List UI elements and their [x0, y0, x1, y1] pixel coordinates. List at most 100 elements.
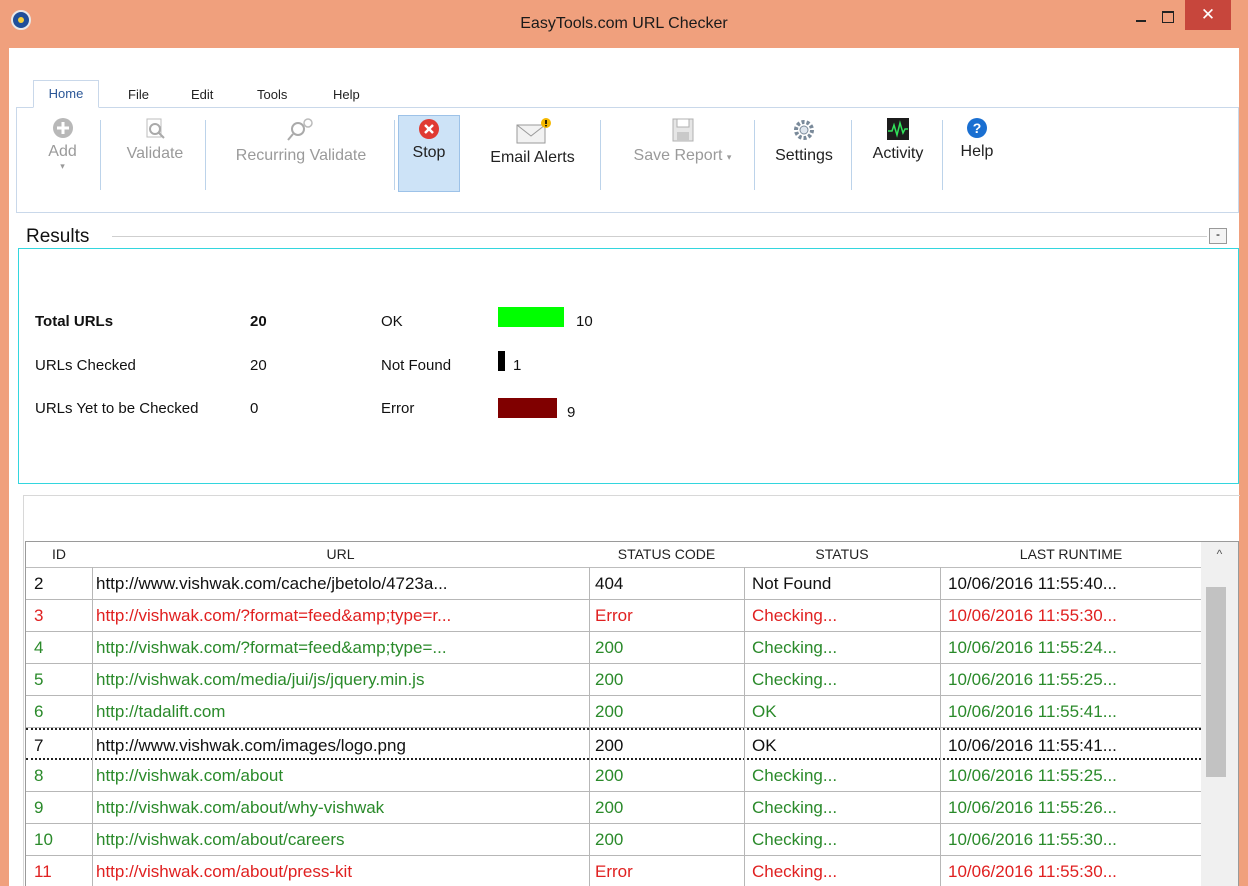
window-frame-right — [1239, 48, 1248, 886]
column-divider — [92, 567, 93, 886]
tab-home[interactable]: Home — [33, 80, 99, 108]
window-frame-left — [0, 48, 9, 886]
magnifier-icon — [146, 118, 165, 139]
recurring-magnifier-icon — [287, 118, 313, 141]
tab-tools[interactable]: Tools — [257, 87, 287, 102]
cell-id: 5 — [34, 670, 44, 689]
email-alerts-button[interactable]: Email Alerts — [470, 115, 595, 187]
cell-code: 200 — [595, 638, 624, 657]
table-row[interactable]: 7 http://www.vishwak.com/images/logo.png 2… — [26, 728, 1201, 760]
tab-file[interactable]: File — [128, 87, 149, 102]
help-button[interactable]: ? Help — [948, 115, 1006, 187]
settings-label: Settings — [775, 147, 833, 164]
help-label: Help — [960, 143, 994, 160]
cell-runtime: 10/06/2016 11:55:25... — [948, 670, 1117, 689]
toolbar-separator — [942, 120, 943, 190]
scroll-up-arrow-icon[interactable]: ^ — [1201, 542, 1238, 567]
table-row[interactable]: 10 http://vishwak.com/about/careers 200 Che… — [26, 824, 1201, 856]
chevron-down-icon: ▾ — [726, 152, 732, 162]
error-label: Error — [381, 400, 415, 417]
toolbar-separator — [100, 120, 101, 190]
cell-status: Not Found — [752, 574, 832, 593]
table-row[interactable]: 3 http://vishwak.com/?format=feed&amp;typ… — [26, 600, 1201, 632]
cell-id: 4 — [34, 638, 44, 657]
scrollbar-thumb[interactable] — [1206, 587, 1226, 777]
cell-url: http://vishwak.com/about/careers — [96, 830, 345, 849]
cell-url: http://tadalift.com — [96, 702, 226, 721]
cell-code: Error — [595, 862, 633, 881]
add-icon — [52, 118, 73, 138]
save-icon — [672, 118, 693, 142]
column-divider — [589, 567, 590, 886]
recurring-validate-label: Recurring Validate — [235, 147, 367, 164]
cell-code: 200 — [595, 736, 624, 755]
cell-status: Checking... — [752, 606, 838, 625]
results-grid[interactable]: ID URL STATUS CODE STATUS LAST RUNTIME 2… — [25, 541, 1239, 886]
table-row[interactable]: 4 http://vishwak.com/?format=feed&amp;typ… — [26, 632, 1201, 664]
cell-code: 200 — [595, 830, 624, 849]
add-button[interactable]: Add ▾ — [40, 115, 85, 187]
stop-icon — [419, 119, 439, 139]
column-header-status-code[interactable]: STATUS CODE — [589, 546, 744, 562]
table-row[interactable]: 2 http://www.vishwak.com/cache/jbetolo/47… — [26, 568, 1201, 600]
save-report-button[interactable]: Save Report ▾ — [615, 115, 750, 187]
cell-id: 11 — [34, 862, 52, 881]
results-panel — [18, 248, 1239, 484]
column-divider — [940, 567, 941, 886]
minimize-button[interactable] — [1129, 8, 1153, 28]
settings-button[interactable]: Settings — [762, 115, 846, 187]
table-row[interactable]: 6 http://tadalift.com 200 OK 10/06/2016 11:5… — [26, 696, 1201, 728]
validate-button[interactable]: Validate — [110, 115, 200, 187]
stop-button[interactable]: Stop — [398, 115, 460, 192]
column-header-last-runtime[interactable]: LAST RUNTIME — [940, 546, 1202, 562]
activity-button[interactable]: Activity — [858, 115, 938, 187]
table-row[interactable]: 5 http://vishwak.com/media/jui/js/jquery.… — [26, 664, 1201, 696]
activity-monitor-icon — [887, 118, 909, 140]
not-found-count: 1 — [513, 357, 522, 374]
collapse-button[interactable]: - — [1209, 228, 1227, 244]
total-urls-label: Total URLs — [35, 313, 114, 330]
close-button[interactable]: ✕ — [1185, 0, 1231, 30]
column-header-url[interactable]: URL — [92, 546, 589, 562]
tab-help[interactable]: Help — [333, 87, 360, 102]
cell-url: http://vishwak.com/?format=feed&amp;type… — [96, 638, 447, 657]
cell-code: Error — [595, 606, 633, 625]
stop-label: Stop — [412, 144, 446, 161]
save-report-label: Save Report — [633, 147, 723, 164]
table-row[interactable]: 9 http://vishwak.com/about/why-vishwak 200… — [26, 792, 1201, 824]
ok-bar — [498, 307, 564, 327]
cell-code: 200 — [595, 766, 624, 785]
column-divider — [744, 567, 745, 886]
cell-status: Checking... — [752, 830, 838, 849]
urls-checked-label: URLs Checked — [35, 357, 136, 374]
table-row[interactable]: 11 http://vishwak.com/about/press-kit Erro… — [26, 856, 1201, 886]
help-icon: ? — [967, 118, 987, 138]
svg-text:?: ? — [973, 120, 982, 136]
cell-url: http://vishwak.com/about/press-kit — [96, 862, 353, 881]
cell-url: http://vishwak.com/media/jui/js/jquery.m… — [96, 670, 425, 689]
table-row[interactable]: 8 http://vishwak.com/about 200 Checking... 1… — [26, 760, 1201, 792]
grid-header: ID URL STATUS CODE STATUS LAST RUNTIME — [26, 542, 1238, 568]
cell-runtime: 10/06/2016 11:55:41... — [948, 702, 1117, 721]
cell-id: 7 — [34, 736, 44, 755]
window-title: EasyTools.com URL Checker — [520, 15, 728, 32]
not-found-label: Not Found — [381, 357, 452, 374]
error-bar — [498, 398, 557, 418]
cell-url: http://www.vishwak.com/cache/jbetolo/472… — [96, 574, 448, 593]
maximize-button[interactable] — [1156, 8, 1180, 28]
cell-code: 404 — [595, 574, 624, 593]
email-alerts-label: Email Alerts — [490, 149, 575, 166]
column-header-id[interactable]: ID — [26, 546, 92, 562]
gear-icon — [794, 120, 814, 140]
results-divider — [112, 236, 1207, 237]
column-header-status[interactable]: STATUS — [744, 546, 940, 562]
add-label: Add — [48, 143, 77, 160]
tab-edit[interactable]: Edit — [191, 87, 213, 102]
chevron-down-icon: ▾ — [60, 161, 65, 171]
cell-runtime: 10/06/2016 11:55:41... — [948, 736, 1117, 755]
ok-count: 10 — [576, 313, 593, 330]
cell-url: http://www.vishwak.com/images/logo.png — [96, 736, 406, 755]
recurring-validate-button[interactable]: Recurring Validate — [212, 115, 390, 187]
results-title: Results — [26, 226, 94, 248]
cell-status: Checking... — [752, 670, 838, 689]
